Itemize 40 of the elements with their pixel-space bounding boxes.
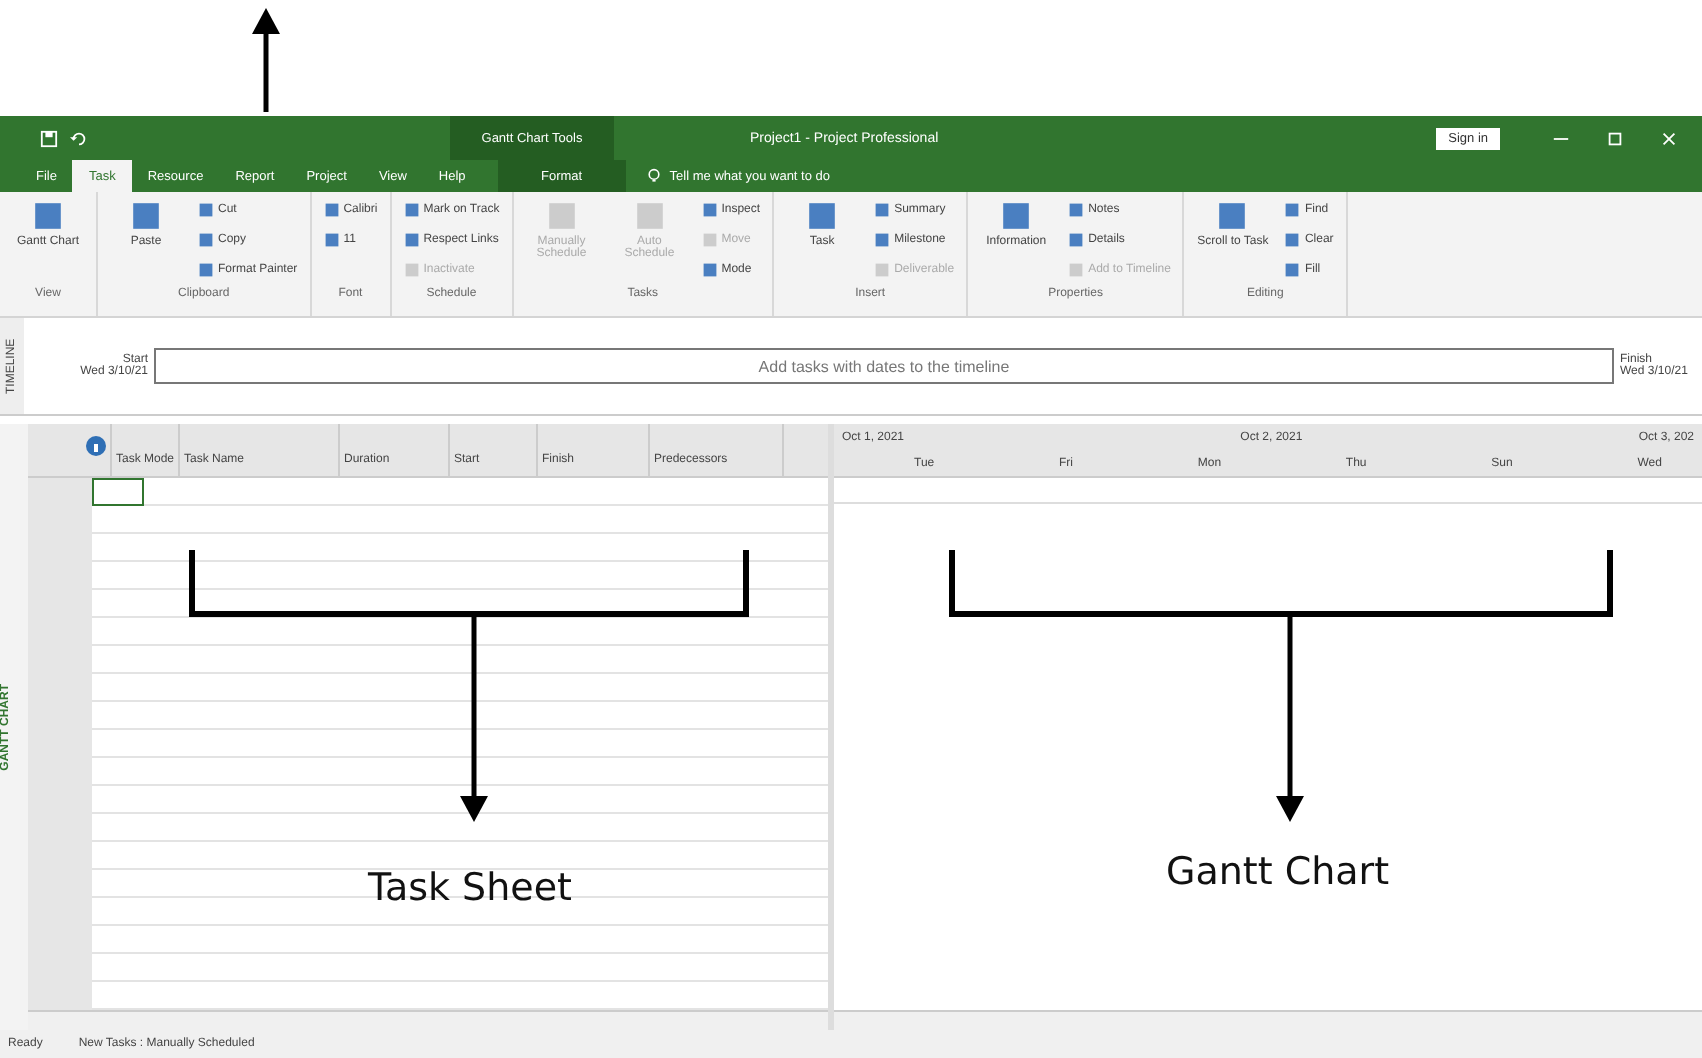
save-icon[interactable] <box>40 129 58 147</box>
square-icon <box>1216 200 1249 232</box>
square-icon <box>198 202 214 218</box>
square-icon <box>806 200 839 232</box>
square-icon <box>633 200 666 232</box>
square-icon <box>323 202 340 218</box>
square-icon <box>1284 202 1301 218</box>
annotation-label: Gantt Chart <box>1166 850 1390 894</box>
square-icon <box>1000 200 1033 232</box>
square-icon <box>1068 232 1085 248</box>
square-icon <box>874 202 891 218</box>
annotation-label: Task Sheet <box>368 866 572 910</box>
horizontal-scrollbar[interactable] <box>834 1010 1702 1030</box>
timeline-placeholder: Add tasks with dates to the timeline <box>758 357 1010 375</box>
square-icon <box>198 262 214 278</box>
close-icon[interactable] <box>1660 129 1678 147</box>
square-icon <box>198 232 214 248</box>
square-icon <box>701 262 718 278</box>
square-icon <box>1284 232 1301 248</box>
square-icon <box>403 232 420 248</box>
square-icon <box>403 202 420 218</box>
lightbulb-icon <box>645 168 662 184</box>
square-icon <box>701 232 718 248</box>
timeline-bar[interactable]: Add tasks with dates to the timeline <box>154 348 1614 384</box>
square-icon <box>32 200 64 232</box>
up-arrow <box>252 8 280 112</box>
restore-icon[interactable] <box>1606 129 1624 147</box>
square-icon <box>701 202 718 218</box>
square-icon <box>545 200 578 232</box>
undo-icon[interactable] <box>70 129 88 147</box>
square-icon <box>874 262 891 278</box>
square-icon <box>1284 262 1301 278</box>
square-icon <box>130 200 162 232</box>
square-icon <box>1068 202 1085 218</box>
selected-cell[interactable] <box>92 478 144 506</box>
info-icon <box>86 435 106 455</box>
square-icon <box>874 232 891 248</box>
square-icon <box>403 262 420 278</box>
square-icon <box>323 232 340 248</box>
square-icon <box>1068 262 1085 278</box>
